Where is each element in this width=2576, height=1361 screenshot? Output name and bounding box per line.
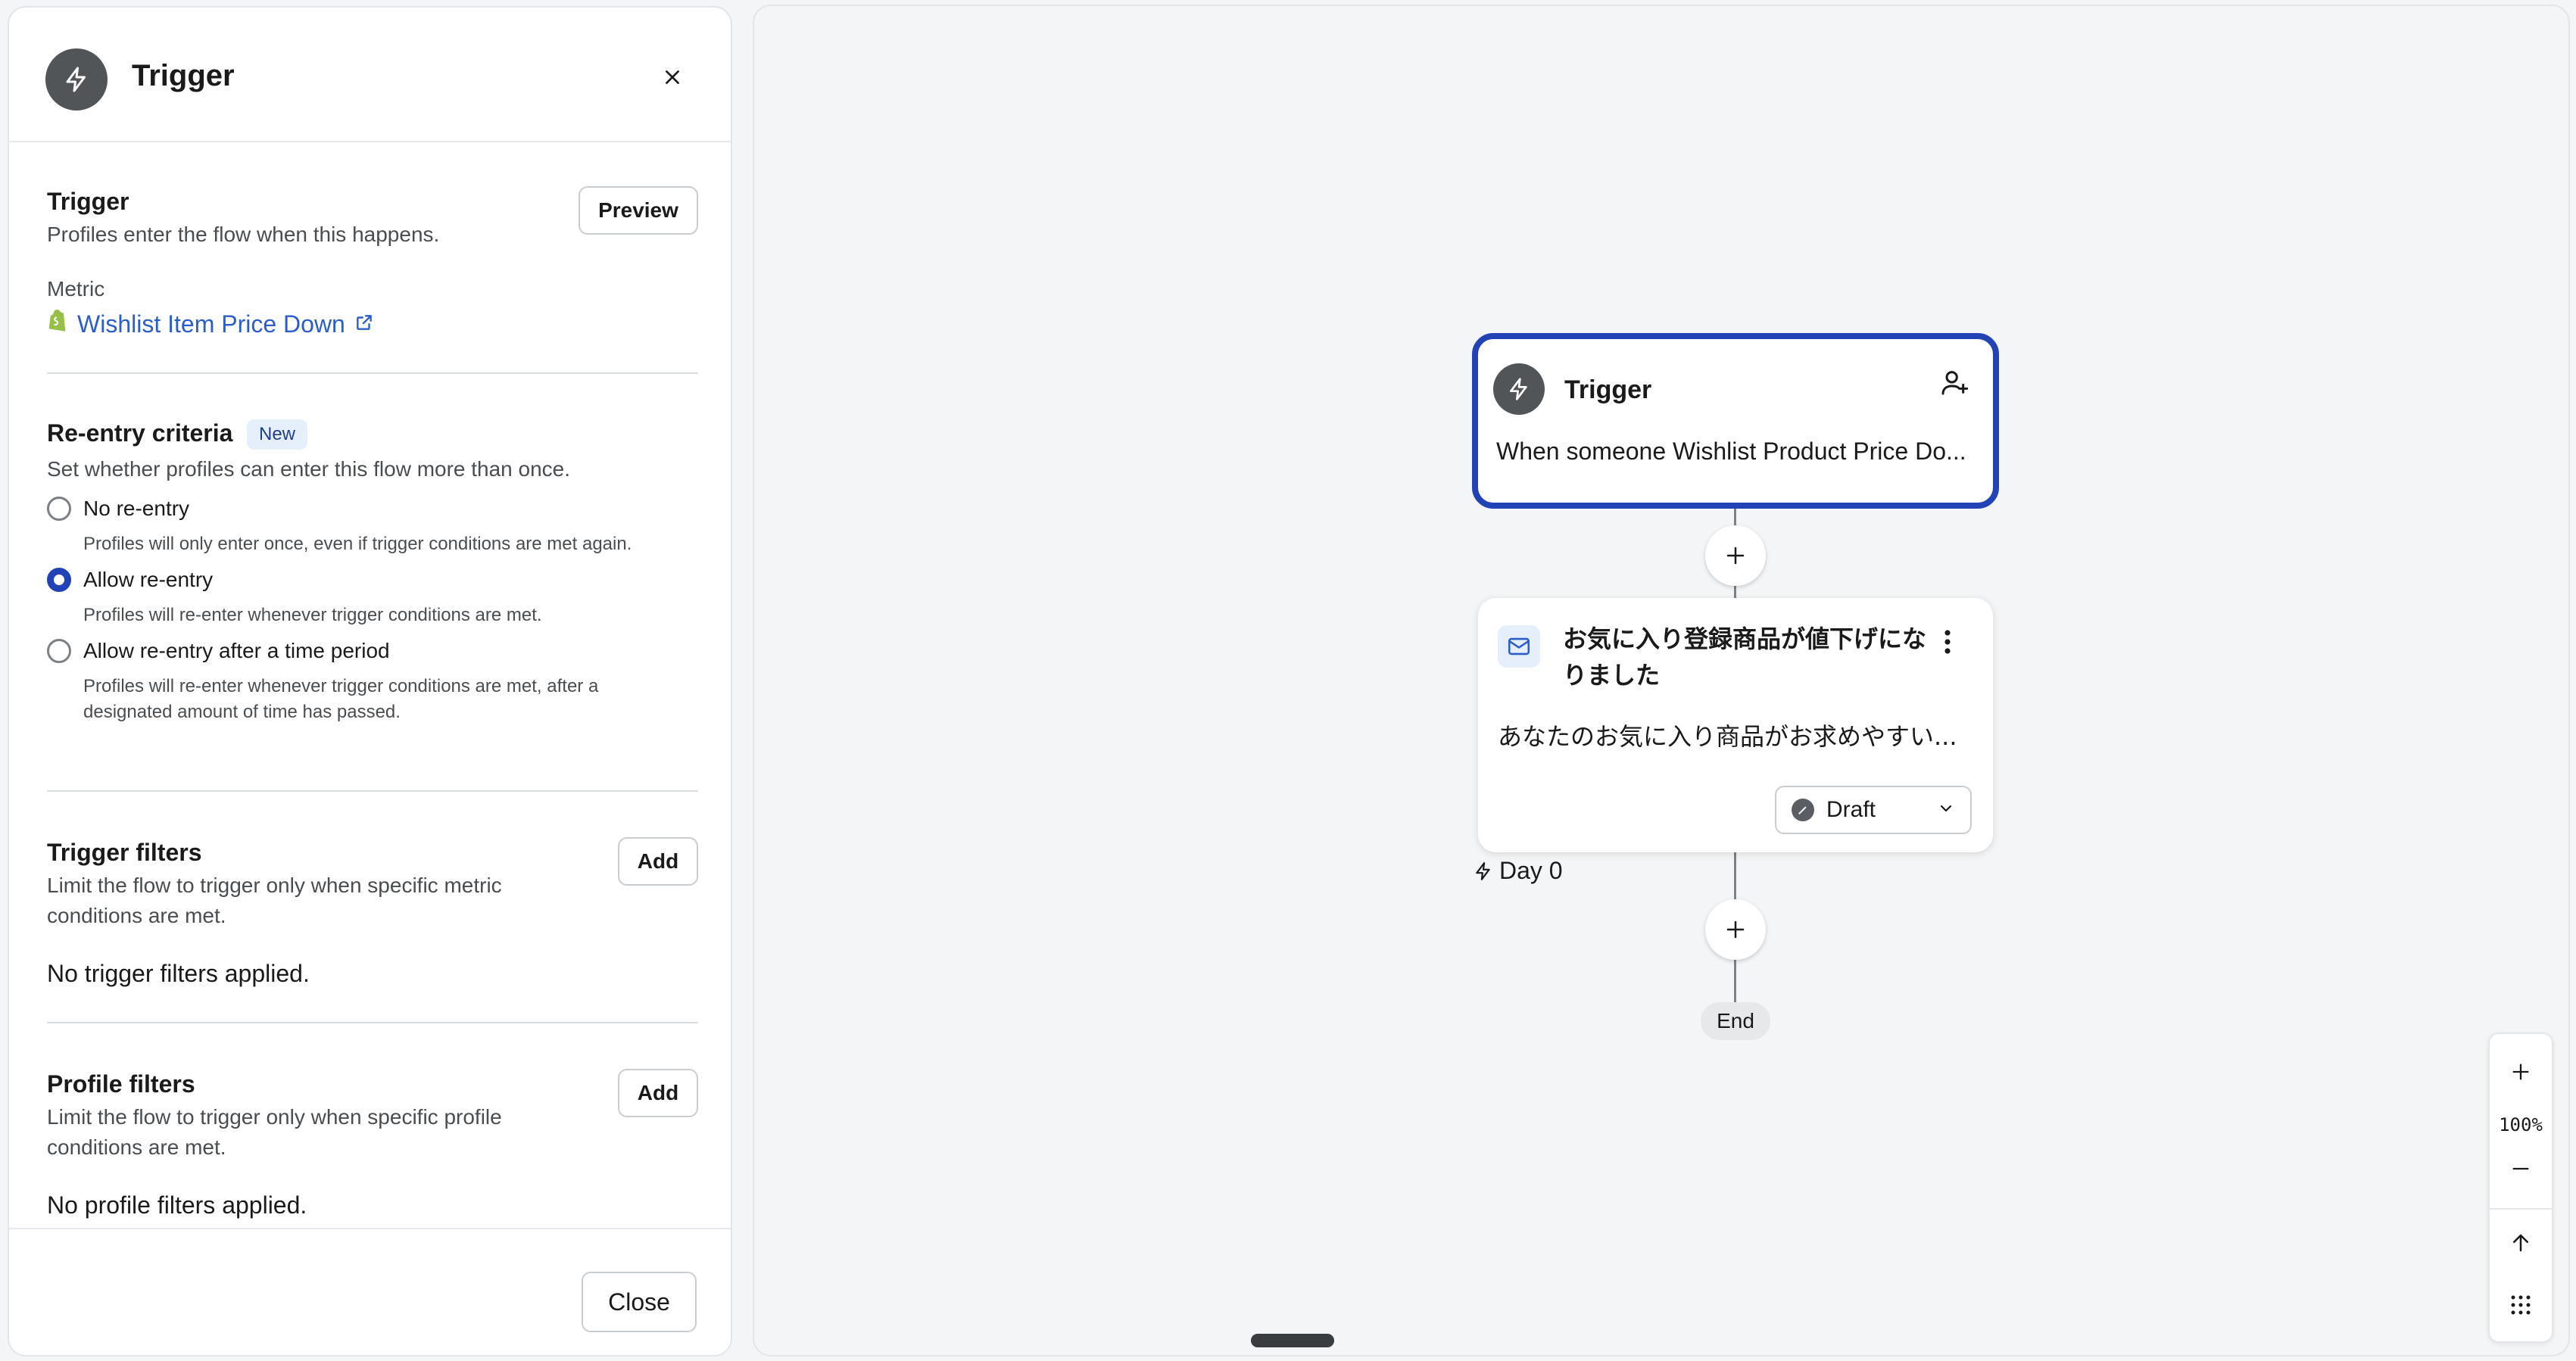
preview-button[interactable]: Preview (579, 186, 698, 235)
metric-label: Metric (47, 277, 105, 301)
profile-filters-title: Profile filters (47, 1070, 195, 1098)
chevron-down-icon (1937, 799, 1955, 821)
trigger-filters-empty: No trigger filters applied. (47, 960, 310, 987)
add-trigger-filter-button[interactable]: Add (618, 837, 698, 886)
end-marker: End (1701, 1002, 1770, 1040)
panel-title: Trigger (132, 59, 235, 92)
radio-label: Allow re-entry after a time period (83, 639, 390, 662)
profile-filters-description: Limit the flow to trigger only when spec… (47, 1105, 502, 1159)
trigger-section-title: Trigger (47, 188, 129, 215)
close-icon[interactable] (656, 61, 689, 94)
radio-reentry-time-period[interactable]: Allow re-entry after a time period (47, 639, 390, 663)
plus-icon (1726, 547, 1745, 565)
section-divider (47, 1022, 698, 1023)
radio-label: Allow re-entry (83, 568, 214, 591)
radio-button[interactable] (47, 497, 71, 521)
reentry-title: Re-entry criteria (47, 419, 233, 447)
new-badge: New (247, 419, 308, 450)
recenter-button[interactable] (2490, 1220, 2552, 1266)
reentry-description: Set whether profiles can enter this flow… (47, 457, 571, 481)
plus-icon (2512, 1064, 2529, 1080)
section-divider (47, 372, 698, 374)
trigger-side-panel: Trigger Trigger Profiles enter the flow … (8, 6, 732, 1356)
zoom-divider (2490, 1208, 2552, 1210)
trigger-filters-title: Trigger filters (47, 839, 202, 866)
minimap-button[interactable] (2490, 1282, 2552, 1328)
add-step-button[interactable] (1705, 525, 1766, 586)
external-link-icon (354, 310, 374, 338)
status-label: Draft (1826, 797, 1876, 822)
radio-no-reentry[interactable]: No re-entry (47, 497, 189, 521)
flow-canvas[interactable]: Trigger When someone Wishlist Product Pr… (753, 5, 2570, 1356)
radio-help-text: Profiles will re-enter whenever trigger … (83, 605, 542, 625)
bolt-icon (45, 48, 108, 111)
mail-icon (1498, 625, 1540, 668)
section-divider (47, 790, 698, 792)
radio-help-text: Profiles will re-enter whenever trigger … (83, 676, 599, 722)
plus-icon (1726, 920, 1745, 939)
add-step-button[interactable] (1705, 899, 1766, 960)
trigger-node-description: When someone Wishlist Product Price Do..… (1496, 438, 1966, 465)
bolt-icon (1493, 363, 1545, 415)
zoom-out-button[interactable] (2490, 1146, 2552, 1191)
email-node-preview: あなたのお気に入り商品がお求めやすい... (1498, 722, 1957, 751)
trigger-section-description: Profiles enter the flow when this happen… (47, 223, 440, 246)
shopify-icon (47, 309, 68, 339)
trigger-node[interactable]: Trigger When someone Wishlist Product Pr… (1472, 333, 1999, 509)
zoom-controls: 100% (2488, 1032, 2553, 1343)
email-node[interactable]: お気に入り登録商品が値下げになりました あなたのお気に入り商品がお求めやすい..… (1478, 598, 1993, 852)
radio-button-selected[interactable] (47, 568, 71, 592)
radio-help-text: Profiles will only enter once, even if t… (83, 534, 632, 554)
grid-icon (2511, 1295, 2531, 1315)
horizontal-scroll-handle[interactable] (1251, 1334, 1334, 1347)
minus-icon (2512, 1167, 2529, 1170)
add-person-icon[interactable] (1935, 363, 1973, 401)
radio-allow-reentry[interactable]: Allow re-entry (47, 568, 213, 592)
email-node-title: お気に入り登録商品が値下げになりました (1563, 624, 1927, 690)
radio-button[interactable] (47, 639, 71, 663)
panel-header: Trigger (9, 8, 731, 142)
profile-filters-empty: No profile filters applied. (47, 1191, 307, 1219)
kebab-menu-icon[interactable] (1935, 624, 1960, 660)
panel-footer: Close (9, 1228, 731, 1355)
trigger-node-title: Trigger (1564, 375, 1652, 404)
status-dropdown[interactable]: Draft (1775, 786, 1972, 834)
trigger-filters-description: Limit the flow to trigger only when spec… (47, 874, 502, 927)
metric-link[interactable]: Wishlist Item Price Down (47, 309, 374, 339)
radio-label: No re-entry (83, 497, 190, 520)
day-text: Day 0 (1499, 857, 1563, 884)
add-profile-filter-button[interactable]: Add (618, 1069, 698, 1117)
edit-icon (1792, 799, 1814, 821)
bolt-icon (1476, 861, 1490, 880)
zoom-in-button[interactable] (2490, 1049, 2552, 1095)
arrow-up-icon (2513, 1234, 2528, 1252)
close-button[interactable]: Close (582, 1272, 697, 1332)
zoom-level: 100% (2499, 1114, 2543, 1135)
day-label: Day 0 (1474, 857, 1563, 885)
metric-name: Wishlist Item Price Down (77, 310, 345, 338)
